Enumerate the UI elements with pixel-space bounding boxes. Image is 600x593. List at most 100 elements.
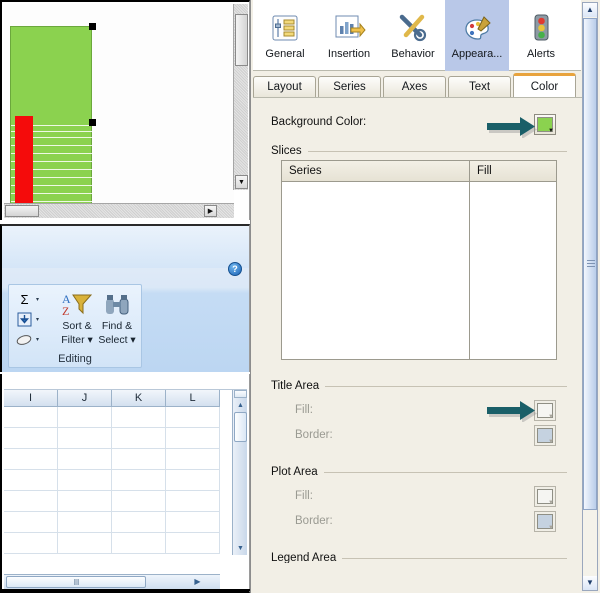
grid-cell[interactable]: [166, 428, 220, 449]
sheet-horizontal-scrollbar[interactable]: IIII ▶: [4, 574, 220, 589]
plot-area-fill-swatch[interactable]: ▼: [534, 486, 556, 507]
chart-vertical-scrollbar[interactable]: ▼: [233, 4, 248, 190]
plot-area-border-swatch[interactable]: ▼: [534, 511, 556, 532]
grid-cell[interactable]: [112, 407, 166, 428]
sheet-hscroll-right-arrow[interactable]: ▶: [191, 576, 204, 588]
chart-horizontal-scrollbar[interactable]: ▶: [4, 203, 234, 218]
grid-cell[interactable]: [166, 533, 220, 554]
background-color-row: Background Color:: [271, 116, 567, 138]
chart-preview-pane: ▼ ▶: [0, 0, 250, 220]
chart-hscroll-thumb[interactable]: [5, 205, 39, 217]
sheet-vscroll-up-arrow[interactable]: ▲: [234, 399, 247, 411]
grid-cell[interactable]: [4, 449, 58, 470]
grid-cell[interactable]: [58, 407, 112, 428]
grid-cell[interactable]: [4, 533, 58, 554]
sort-filter-icon: A Z: [55, 289, 99, 319]
grid-cell[interactable]: [58, 512, 112, 533]
tab-text[interactable]: Text: [448, 76, 511, 97]
grid-cell[interactable]: [4, 512, 58, 533]
category-general[interactable]: General: [253, 0, 317, 71]
split-box[interactable]: [234, 390, 247, 398]
grid-cell[interactable]: [112, 449, 166, 470]
slices-column-series: Series: [282, 161, 470, 182]
traffic-light-icon: [524, 11, 558, 45]
background-color-swatch[interactable]: ▼: [534, 114, 556, 135]
title-area-border-label: Border:: [295, 429, 333, 441]
help-icon[interactable]: ?: [228, 262, 242, 276]
chart-canvas[interactable]: [4, 4, 234, 204]
category-insertion-label: Insertion: [327, 48, 371, 60]
panel-vscroll-up-arrow[interactable]: ▲: [583, 3, 597, 17]
grid-cell[interactable]: [112, 470, 166, 491]
slices-series-column-area[interactable]: [282, 182, 470, 359]
panel-vscroll-down-arrow[interactable]: ▼: [583, 576, 597, 590]
tab-series[interactable]: Series: [318, 76, 381, 97]
grid-cell[interactable]: [4, 428, 58, 449]
grid-cell[interactable]: [112, 491, 166, 512]
grid-cell[interactable]: [58, 533, 112, 554]
grid-cell[interactable]: [58, 470, 112, 491]
selection-handle-top[interactable]: [89, 23, 96, 30]
fill-button[interactable]: ▾: [15, 309, 53, 329]
chevron-down-icon[interactable]: ▾: [36, 296, 39, 303]
left-column: ▼ ▶ ? Σ ▾ ▾ ▾ A Z Sort & Filter ▾ Find &…: [0, 0, 252, 593]
grid-cell[interactable]: [112, 428, 166, 449]
slices-fill-column-area[interactable]: [470, 182, 556, 359]
column-header-L[interactable]: L: [166, 390, 220, 407]
category-appearance[interactable]: Appeara...: [445, 0, 509, 71]
tab-axes[interactable]: Axes: [383, 76, 446, 97]
chevron-down-icon[interactable]: ▼: [548, 414, 554, 420]
sliders-icon: [268, 11, 302, 45]
grid-cell[interactable]: [58, 449, 112, 470]
tab-layout[interactable]: Layout: [253, 76, 316, 97]
tab-color[interactable]: Color: [513, 73, 576, 97]
panel-vscroll-thumb[interactable]: [583, 18, 597, 510]
sheet-vertical-scrollbar[interactable]: ▲ ▼: [232, 390, 247, 555]
grid-cell[interactable]: [112, 533, 166, 554]
title-area-border-swatch[interactable]: ▼: [534, 425, 556, 446]
chevron-down-icon[interactable]: ▼: [548, 525, 554, 531]
chevron-down-icon[interactable]: ▾: [36, 336, 39, 343]
grid-row: [4, 407, 220, 428]
column-header-I[interactable]: I: [4, 390, 58, 407]
sheet-vscroll-down-arrow[interactable]: ▼: [234, 542, 247, 554]
grid-cell[interactable]: [4, 491, 58, 512]
grid-cell[interactable]: [58, 428, 112, 449]
grid-cell[interactable]: [166, 491, 220, 512]
plot-area-border-row: Border:: [295, 515, 333, 527]
chevron-down-icon[interactable]: ▾: [36, 316, 39, 323]
chart-vscroll-down-arrow[interactable]: ▼: [235, 175, 248, 189]
grid-cell[interactable]: [166, 449, 220, 470]
sort-and-filter-button[interactable]: A Z Sort & Filter ▾: [55, 289, 99, 346]
chart-vscroll-thumb[interactable]: [235, 14, 248, 66]
clear-button[interactable]: ▾: [15, 329, 53, 349]
column-header-J[interactable]: J: [58, 390, 112, 407]
column-header-K[interactable]: K: [112, 390, 166, 407]
sheet-hscroll-thumb[interactable]: IIII: [6, 576, 146, 588]
chevron-down-icon[interactable]: ▼: [548, 500, 554, 506]
chevron-down-icon[interactable]: ▼: [548, 128, 554, 134]
panel-vertical-scrollbar[interactable]: ▲ ▼: [582, 2, 598, 591]
category-alerts[interactable]: Alerts: [509, 0, 573, 71]
grid-cell[interactable]: [166, 407, 220, 428]
find-and-select-button[interactable]: Find & Select ▾: [95, 289, 139, 346]
slices-group-label: Slices: [271, 145, 302, 157]
category-insertion[interactable]: Insertion: [317, 0, 381, 71]
autosum-button[interactable]: Σ ▾: [15, 289, 53, 309]
chevron-down-icon[interactable]: ▼: [548, 439, 554, 445]
grid-cell[interactable]: [166, 470, 220, 491]
title-area-fill-label: Fill:: [295, 404, 313, 416]
title-area-fill-swatch[interactable]: ▼: [534, 400, 556, 421]
grid-cell[interactable]: [58, 491, 112, 512]
slices-table-body[interactable]: [282, 182, 556, 359]
grid-body[interactable]: [4, 407, 220, 555]
category-behavior[interactable]: Behavior: [381, 0, 445, 71]
grid-cell[interactable]: [166, 512, 220, 533]
slices-table[interactable]: Series Fill: [281, 160, 557, 360]
grid-cell[interactable]: [112, 512, 166, 533]
grid-cell[interactable]: [4, 407, 58, 428]
chart-hscroll-right-arrow[interactable]: ▶: [204, 205, 217, 217]
selection-handle-middle[interactable]: [89, 119, 96, 126]
grid-cell[interactable]: [4, 470, 58, 491]
sheet-vscroll-thumb[interactable]: [234, 412, 247, 442]
